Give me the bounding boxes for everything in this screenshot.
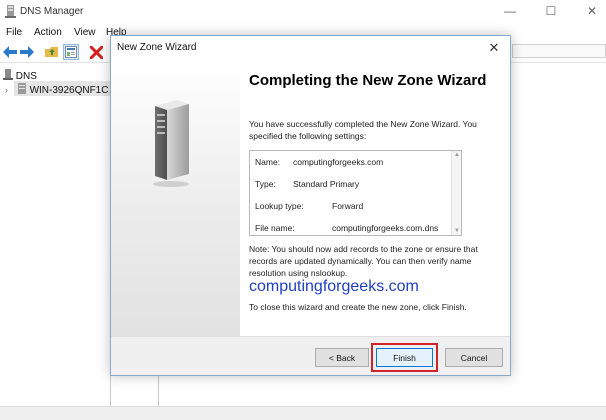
dns-root-icon	[3, 69, 13, 80]
maximize-icon[interactable]: ☐	[537, 2, 565, 20]
settings-summary-box[interactable]: Name: computingforgeeks.com Type: Standa…	[249, 150, 462, 236]
setting-value: computingforgeeks.com.dns	[332, 223, 439, 233]
scroll-down-icon[interactable]: ▼	[454, 228, 460, 234]
close-icon[interactable]: ✕	[578, 2, 606, 20]
wizard-close-icon[interactable]: ✕	[485, 39, 503, 57]
setting-label: Name:	[255, 157, 281, 167]
app-titlebar: DNS Manager — ☐ ✕	[0, 0, 606, 24]
back-button[interactable]: < Back	[315, 348, 369, 367]
wizard-content: Completing the New Zone Wizard You have …	[240, 60, 510, 336]
setting-value: computingforgeeks.com	[293, 157, 384, 167]
folder-up-icon[interactable]	[44, 44, 60, 60]
server-tower-icon	[151, 100, 191, 190]
wizard-closing-text: To close this wizard and create the new …	[249, 302, 467, 312]
new-zone-wizard-dialog: New Zone Wizard ✕ Completing the New Zon…	[110, 35, 511, 376]
menu-view[interactable]: View	[74, 27, 96, 38]
menu-action[interactable]: Action	[34, 27, 62, 38]
column-divider	[158, 375, 159, 406]
setting-label: Type:	[255, 179, 276, 189]
wizard-note: Note: You should now add records to the …	[249, 244, 478, 278]
properties-icon[interactable]	[63, 44, 79, 60]
setting-label: Lookup type:	[255, 201, 304, 211]
cancel-button[interactable]: Cancel	[445, 348, 503, 367]
delete-icon[interactable]	[88, 44, 104, 60]
wizard-intro-text: You have successfully completed the New …	[249, 119, 477, 141]
tree-item-server[interactable]: › WIN-3926QNF1C	[5, 83, 108, 96]
minimize-icon[interactable]: —	[496, 2, 524, 20]
wizard-title: New Zone Wizard	[117, 42, 197, 53]
menu-file[interactable]: File	[6, 27, 22, 38]
back-arrow-icon[interactable]	[2, 44, 18, 60]
app-title: DNS Manager	[20, 6, 84, 17]
console-tree: DNS	[0, 64, 110, 420]
toolbar-right-field	[512, 44, 606, 58]
dns-manager-icon	[5, 5, 16, 18]
finish-button[interactable]: Finish	[376, 348, 433, 367]
pane-divider	[110, 375, 111, 406]
horizontal-scrollbar[interactable]	[0, 406, 606, 420]
scroll-up-icon[interactable]: ▲	[454, 152, 460, 158]
server-icon	[17, 83, 26, 94]
chevron-right-icon[interactable]: ›	[5, 85, 8, 95]
forward-arrow-icon[interactable]	[19, 44, 35, 60]
wizard-titlebar: New Zone Wizard ✕	[111, 36, 510, 60]
setting-label: File name:	[255, 223, 295, 233]
watermark-text: computingforgeeks.com	[249, 278, 419, 295]
setting-value: Standard Primary	[293, 179, 360, 189]
wizard-button-bar: < Back Finish Cancel	[111, 336, 510, 375]
wizard-heading: Completing the New Zone Wizard	[249, 72, 487, 89]
settings-scrollbar[interactable]: ▲ ▼	[451, 151, 461, 235]
wizard-side-panel	[111, 60, 240, 336]
tree-item-server-label: WIN-3926QNF1C	[29, 85, 109, 96]
setting-value: Forward	[332, 201, 364, 211]
